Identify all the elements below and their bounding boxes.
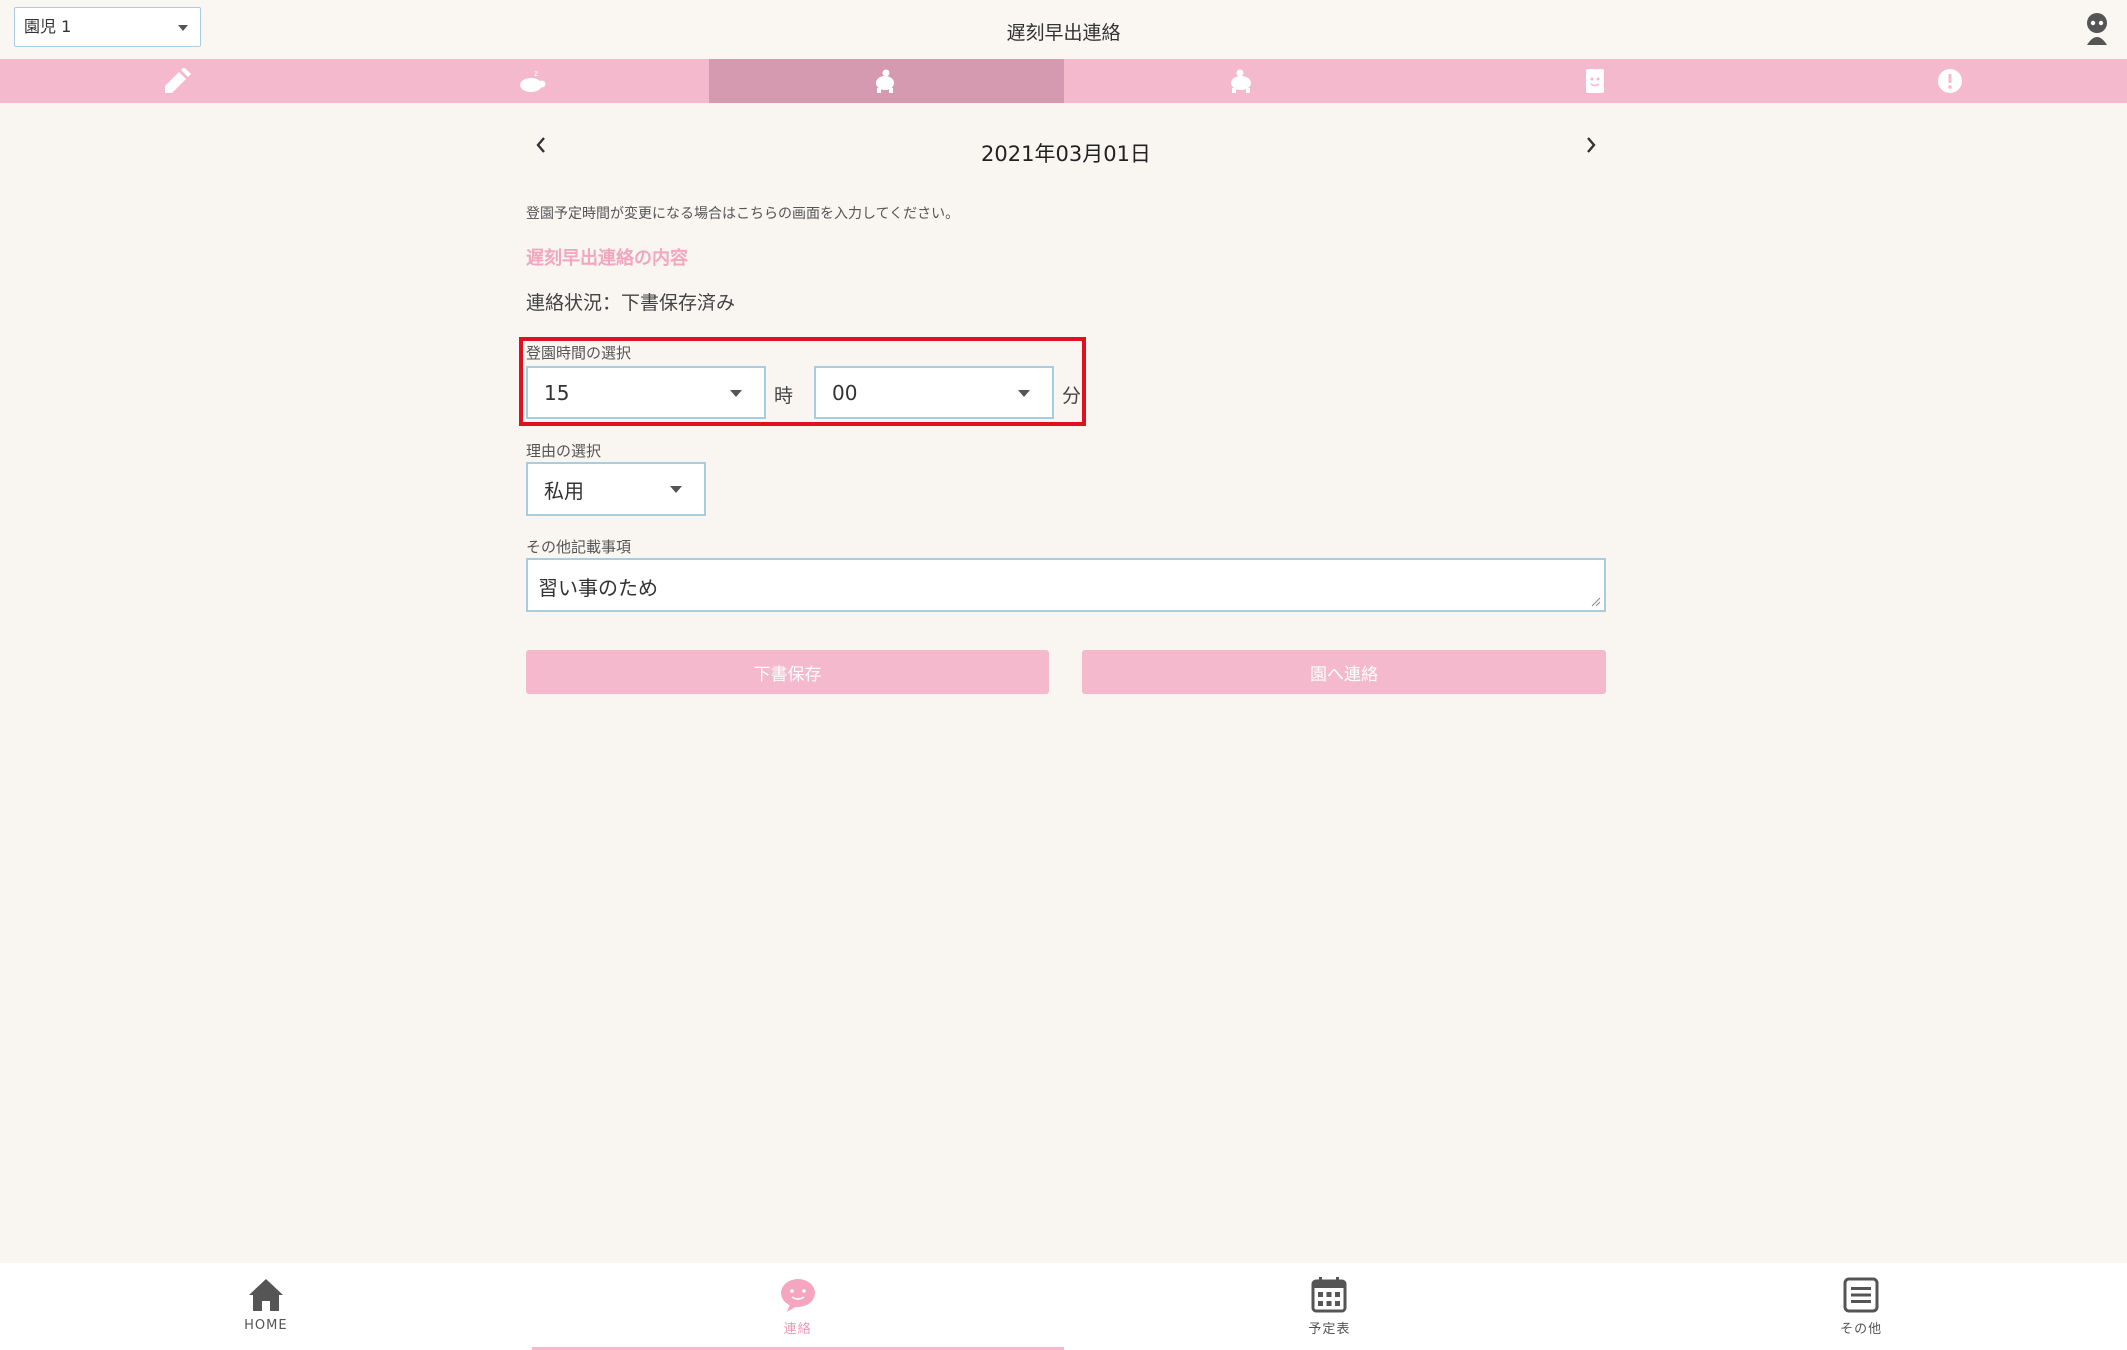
chevron-right-icon: [1587, 137, 1596, 153]
page-title: 遅刻早出連絡: [1006, 22, 1121, 44]
contact-status: 連絡状況：下書保存済み: [526, 292, 736, 314]
reason-select[interactable]: 私用: [526, 462, 706, 516]
hour-unit: 時: [774, 385, 794, 407]
bottom-nav-schedule[interactable]: 予定表: [1064, 1263, 1596, 1350]
bottom-nav-label: 連絡: [783, 1322, 812, 1337]
reason-select-label: 理由の選択: [526, 442, 602, 460]
menu-icon: [1843, 1277, 1879, 1313]
header: 園児 1 遅刻早出連絡: [0, 0, 2127, 59]
tab-absence[interactable]: [1064, 59, 1419, 103]
bottom-nav-other[interactable]: その他: [1595, 1263, 2127, 1350]
home-icon: [248, 1279, 283, 1311]
resize-grip-icon[interactable]: [1589, 595, 1601, 607]
tab-notebook[interactable]: [0, 59, 355, 103]
tab-alert[interactable]: [1773, 59, 2127, 103]
bottom-nav-home[interactable]: HOME: [0, 1263, 532, 1350]
intro-text: 登園予定時間が変更になる場合はこちらの画面を入力してください。: [526, 206, 960, 222]
tab-sleep[interactable]: z: [355, 59, 710, 103]
minute-unit: 分: [1062, 385, 1082, 407]
hour-select-value: 15: [544, 380, 570, 405]
notes-label: その他記載事項: [526, 538, 632, 556]
alert-bubble-icon: [1937, 69, 1962, 93]
svg-text:z: z: [534, 69, 538, 78]
hour-select[interactable]: 15: [526, 366, 766, 419]
sleeping-turtle-icon: z: [519, 69, 546, 92]
pencil-icon: [165, 68, 192, 93]
send-to-school-button[interactable]: 園へ連絡: [1082, 650, 1606, 694]
chevron-down-icon: [670, 486, 682, 493]
next-day-button[interactable]: [1576, 128, 1606, 162]
avatar-icon[interactable]: [2083, 11, 2111, 45]
calendar-icon: [1311, 1277, 1347, 1313]
time-select-label: 登園時間の選択: [526, 344, 632, 362]
date-navigation: 2021年03月01日: [526, 128, 1606, 174]
current-date: 2021年03月01日: [981, 142, 1151, 166]
section-heading: 遅刻早出連絡の内容: [526, 248, 688, 269]
bottom-nav-contact[interactable]: 連絡: [531, 1263, 1064, 1350]
bottom-nav-label: HOME: [244, 1318, 288, 1333]
bottom-navigation: HOME 連絡 予定表 その他: [0, 1263, 2127, 1350]
chevron-down-icon: [1018, 389, 1030, 397]
minute-select[interactable]: 00: [814, 366, 1054, 419]
message-icon: [780, 1279, 815, 1312]
smiley-card-icon: [1586, 69, 1605, 93]
category-tabs: z: [0, 59, 2127, 103]
notes-textarea[interactable]: 習い事のため: [526, 558, 1606, 612]
turtle-icon: [1230, 69, 1251, 93]
save-draft-button[interactable]: 下書保存: [526, 650, 1049, 694]
tab-health[interactable]: [1418, 59, 1773, 103]
minute-select-value: 00: [832, 380, 858, 405]
notes-value: 習い事のため: [538, 576, 658, 600]
bottom-nav-label: 予定表: [1308, 1322, 1351, 1337]
bottom-nav-label: その他: [1840, 1322, 1883, 1337]
tab-late-early[interactable]: [709, 59, 1064, 103]
walking-turtle-icon: [876, 69, 895, 93]
chevron-down-icon: [730, 389, 742, 397]
reason-select-value: 私用: [544, 478, 584, 503]
